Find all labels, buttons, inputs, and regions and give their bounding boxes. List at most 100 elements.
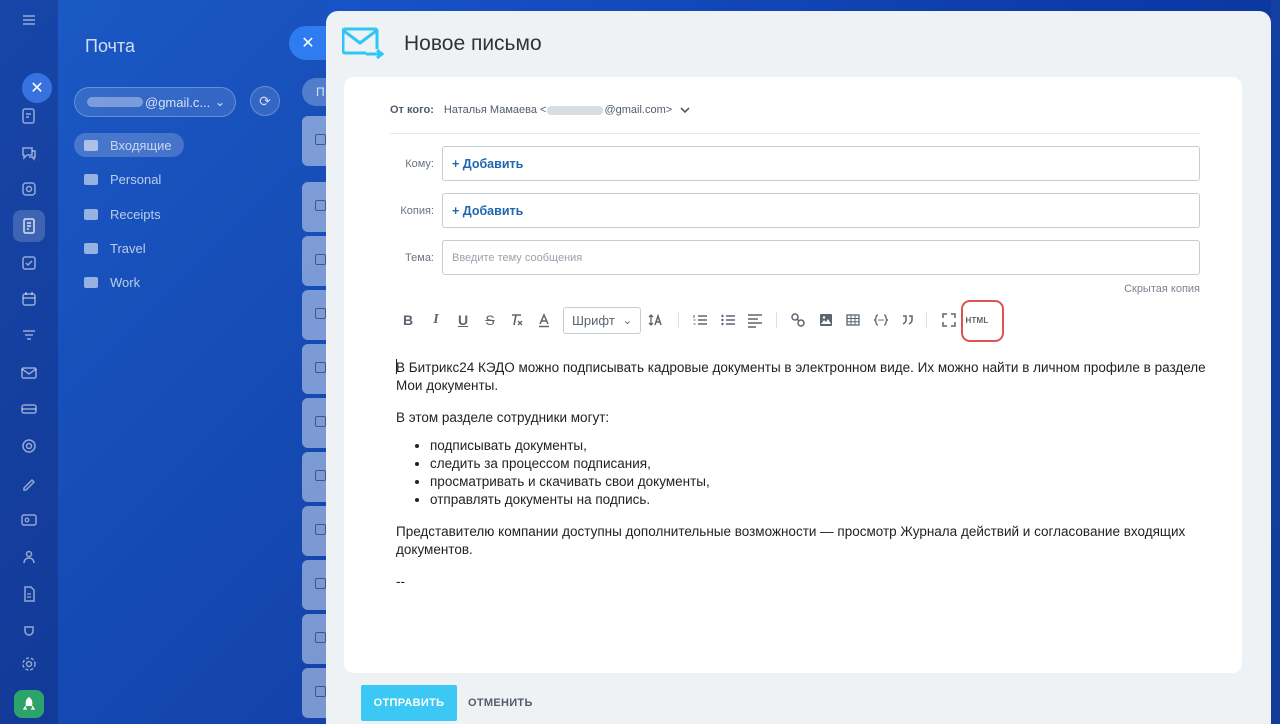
fullscreen-icon[interactable]	[939, 310, 959, 330]
align-left-icon[interactable]	[745, 310, 765, 330]
refresh-button[interactable]: ⟳	[250, 86, 280, 116]
from-name: Наталья Мамаева <	[443, 104, 547, 116]
employees-icon[interactable]	[13, 541, 45, 573]
contact-card-icon[interactable]	[13, 504, 45, 536]
folder-icon	[84, 173, 98, 185]
close-icon: ✕	[301, 35, 315, 52]
row-checkbox[interactable]	[315, 200, 326, 211]
code-icon[interactable]	[871, 310, 891, 330]
row-checkbox[interactable]	[315, 686, 326, 697]
to-label: Кому:	[405, 158, 434, 170]
crm-icon[interactable]	[13, 173, 45, 205]
compose-slider: Новое письмо От кого: Наталья Мамаева < …	[326, 11, 1271, 724]
signature-separator: --	[396, 574, 405, 589]
checkbox-icon[interactable]	[13, 247, 45, 279]
sign-icon[interactable]	[13, 467, 45, 499]
list-item: подписывать документы,	[430, 437, 1216, 455]
target-icon[interactable]	[13, 430, 45, 462]
folder-icon	[84, 208, 98, 220]
row-checkbox[interactable]	[315, 632, 326, 643]
compose-header: Новое письмо	[342, 27, 542, 61]
divider	[390, 133, 1200, 134]
bcc-link[interactable]: Скрытая копия	[1124, 283, 1200, 295]
cancel-button[interactable]: ОТМЕНИТЬ	[468, 685, 533, 721]
folder-label: Work	[110, 274, 141, 290]
font-select[interactable]: Шрифт ⌄	[563, 307, 641, 334]
filter-icon[interactable]	[13, 320, 45, 352]
image-icon[interactable]	[816, 310, 836, 330]
rocket-icon[interactable]	[14, 690, 44, 718]
to-field[interactable]: + Добавить	[442, 146, 1200, 181]
row-checkbox[interactable]	[315, 362, 326, 373]
inbox-icon	[84, 139, 98, 151]
folder-receipts[interactable]: Receipts	[74, 202, 161, 226]
body-paragraph-3: Представителю компании доступны дополнит…	[396, 524, 1186, 557]
chat-icon[interactable]	[13, 137, 45, 169]
close-icon[interactable]: ✕	[22, 73, 52, 103]
account-select[interactable]: @gmail.c... ⌄	[74, 87, 236, 117]
file-icon[interactable]	[13, 578, 45, 610]
subject-field[interactable]	[442, 240, 1200, 275]
underline-button[interactable]: U	[453, 310, 473, 330]
add-cc-link[interactable]: + Добавить	[452, 204, 523, 218]
folder-travel[interactable]: Travel	[74, 236, 146, 260]
font-size-icon[interactable]	[646, 310, 666, 330]
font-color-icon[interactable]	[534, 310, 554, 330]
bug-icon[interactable]	[13, 612, 45, 644]
chevron-down-icon: ⌄	[214, 95, 225, 109]
close-slider-button[interactable]: ✕	[289, 26, 327, 60]
refresh-icon: ⟳	[259, 92, 271, 109]
settings-icon[interactable]	[13, 648, 45, 680]
quote-icon[interactable]	[897, 310, 917, 330]
toolbar-divider	[678, 312, 679, 328]
folder-inbox[interactable]: Входящие	[74, 133, 184, 157]
compose-footer: ОТПРАВИТЬ ОТМЕНИТЬ	[326, 675, 1271, 724]
send-button[interactable]: ОТПРАВИТЬ	[361, 685, 457, 721]
menu-icon[interactable]	[13, 4, 45, 36]
mail-pane: Почта @gmail.c... ⌄ ⟳ Входящие Personal …	[58, 0, 328, 724]
row-checkbox[interactable]	[315, 578, 326, 589]
row-checkbox[interactable]	[315, 254, 326, 265]
link-icon[interactable]	[788, 310, 808, 330]
add-recipient-link[interactable]: + Добавить	[452, 157, 523, 171]
folder-personal[interactable]: Personal	[74, 167, 161, 191]
row-checkbox[interactable]	[315, 134, 326, 145]
bullet-list-icon[interactable]	[718, 310, 738, 330]
body-bullet-list: подписывать документы, следить за процес…	[430, 437, 1216, 509]
compose-form: От кого: Наталья Мамаева < @gmail.com> К…	[344, 77, 1242, 673]
new-mail-icon	[342, 27, 385, 60]
cc-field[interactable]: + Добавить	[442, 193, 1200, 228]
row-checkbox[interactable]	[315, 308, 326, 319]
row-checkbox[interactable]	[315, 470, 326, 481]
drive-icon[interactable]	[13, 393, 45, 425]
mail-icon[interactable]	[13, 357, 45, 389]
redacted-text	[87, 97, 143, 107]
numbered-list-icon[interactable]	[690, 310, 710, 330]
list-item: следить за процессом подписания,	[430, 455, 1216, 473]
page-title: Новое письмо	[404, 32, 542, 55]
subject-input[interactable]	[452, 251, 1199, 264]
body-paragraph-1-text: В Битрикс24 КЭДО можно подписывать кадро…	[396, 360, 1206, 393]
folder-icon	[84, 276, 98, 288]
bold-button[interactable]: B	[398, 310, 418, 330]
italic-button[interactable]: I	[426, 310, 446, 330]
from-select[interactable]: Наталья Мамаева < @gmail.com>	[444, 104, 690, 116]
from-domain: @gmail.com>	[604, 104, 673, 116]
folder-work[interactable]: Work	[74, 270, 140, 294]
folder-label: Travel	[110, 240, 146, 256]
chevron-down-icon: ⌄	[622, 315, 632, 327]
documents-icon[interactable]	[13, 210, 45, 242]
strikethrough-button[interactable]: S	[480, 310, 500, 330]
tasks-icon[interactable]	[13, 100, 45, 132]
cc-label: Копия:	[400, 205, 434, 217]
calendar-icon[interactable]	[13, 283, 45, 315]
toolbar-divider	[926, 312, 927, 328]
row-checkbox[interactable]	[315, 524, 326, 535]
body-paragraph-2: В этом разделе сотрудники могут:	[396, 410, 610, 425]
table-icon[interactable]	[843, 310, 863, 330]
from-row: От кого: Наталья Мамаева < @gmail.com>	[390, 104, 690, 116]
message-body-editor[interactable]: В Битрикс24 КЭДО можно подписывать кадро…	[396, 359, 1216, 605]
row-checkbox[interactable]	[315, 416, 326, 427]
clear-format-icon[interactable]	[507, 310, 527, 330]
right-edge	[1271, 0, 1280, 724]
